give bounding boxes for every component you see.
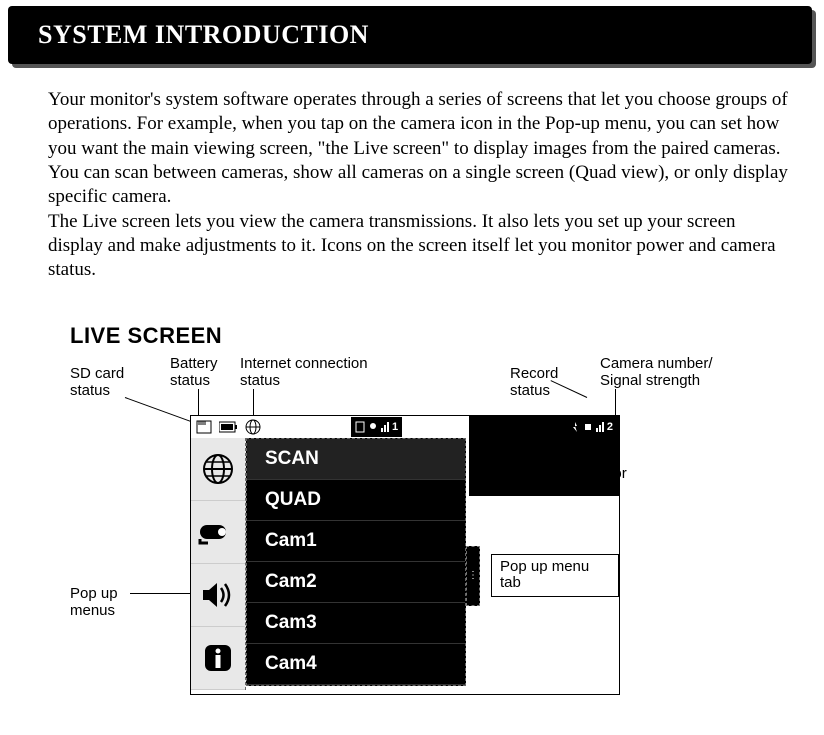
callout-sd-card: SD card status	[70, 365, 140, 400]
sd-card-icon	[195, 419, 215, 435]
popup-menu-panel: SCAN QUAD Cam1 Cam2 Cam3 Cam4	[246, 438, 466, 686]
motion-icon	[570, 421, 580, 433]
menu-item-cam3[interactable]: Cam3	[247, 603, 465, 644]
popup-menu-tab[interactable]: ⋮	[466, 546, 480, 606]
signal-number: 1	[392, 421, 398, 433]
menu-item-cam2[interactable]: Cam2	[247, 562, 465, 603]
battery-icon	[219, 419, 239, 435]
signal-badge-2: 2	[566, 417, 617, 437]
callout-popup-menus: Pop up menus	[70, 585, 140, 620]
speaker-menu-icon[interactable]	[191, 564, 245, 627]
live-screen-diagram: SD card status Battery status Internet c…	[70, 355, 770, 705]
menu-item-cam4[interactable]: Cam4	[247, 644, 465, 685]
callout-internet: Internet connection status	[240, 355, 390, 390]
signal-bars-icon	[381, 422, 389, 432]
callout-battery: Battery status	[170, 355, 230, 390]
info-menu-icon[interactable]	[191, 627, 245, 690]
menu-item-quad[interactable]: QUAD	[247, 480, 465, 521]
leader-line	[198, 389, 199, 417]
device-screen: 1 2 4	[190, 415, 620, 695]
menu-item-cam1[interactable]: Cam1	[247, 521, 465, 562]
leader-line	[130, 593, 190, 594]
globe-menu-icon[interactable]	[191, 438, 245, 501]
callout-record: Record status	[510, 365, 570, 400]
leader-line	[125, 397, 191, 422]
menu-item-scan[interactable]: SCAN	[247, 439, 465, 480]
section-title: SYSTEM INTRODUCTION	[38, 20, 782, 50]
popup-menu-sidebar	[191, 438, 246, 690]
paragraph-1: Your monitor's system software operates …	[48, 88, 792, 210]
quad-cell-2: 2	[469, 416, 619, 496]
camera-menu-icon[interactable]	[191, 501, 245, 564]
rec-icon	[583, 421, 593, 433]
callout-camera-number: Camera number/ Signal strength	[600, 355, 740, 390]
leader-line	[253, 389, 254, 417]
page-icon	[355, 421, 365, 433]
live-screen-heading: LIVE SCREEN	[70, 323, 824, 349]
signal-bars-icon	[596, 422, 604, 432]
callout-popup-tab: Pop up menu tab	[491, 554, 619, 597]
rec-icon	[368, 421, 378, 433]
section-header: SYSTEM INTRODUCTION	[8, 6, 812, 64]
signal-badge-1: 1	[351, 417, 402, 437]
body-text: Your monitor's system software operates …	[0, 64, 824, 293]
paragraph-2: The Live screen lets you view the camera…	[48, 210, 792, 283]
globe-icon	[243, 419, 263, 435]
signal-number: 2	[607, 421, 613, 433]
